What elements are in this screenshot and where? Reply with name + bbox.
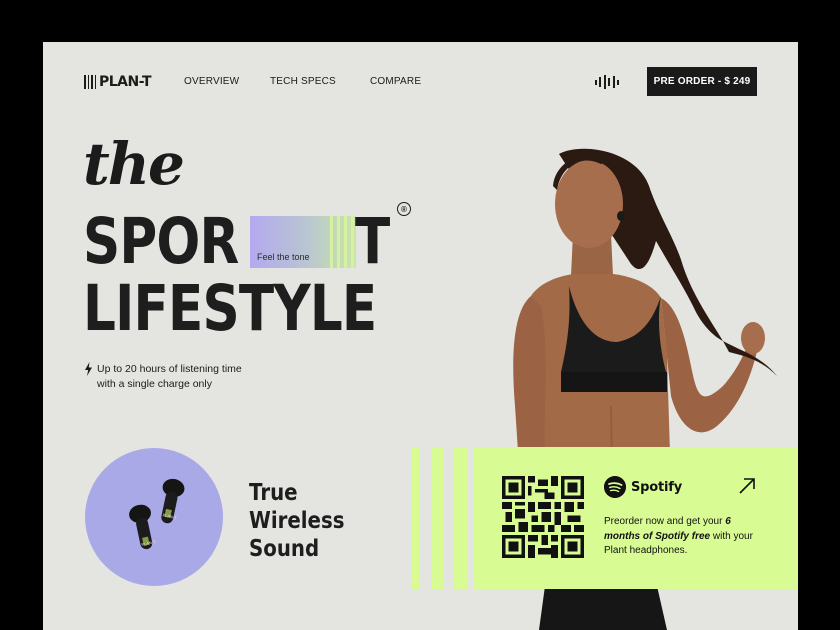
arrow-up-right-icon[interactable] — [738, 477, 756, 495]
spotify-logo[interactable]: Spotify — [604, 476, 682, 498]
feature-line-1: Up to 20 hours of listening time — [97, 363, 242, 375]
green-stripe-2 — [432, 447, 443, 589]
spotify-promo-card: Spotify Preorder now and get your 6 mont… — [473, 447, 798, 589]
spotify-offer-text: Preorder now and get your 6 months of Sp… — [604, 515, 754, 559]
brand-logo[interactable]: PLAN-T — [84, 74, 152, 90]
bolt-icon — [85, 362, 92, 376]
tone-label: Feel the tone — [257, 252, 310, 262]
landing-page: PLAN-T OVERVIEW TECH SPECS COMPARE PRE O… — [43, 42, 798, 630]
logo-text: PLAN-T — [99, 74, 152, 90]
feature-line-2: with a single charge only — [97, 378, 212, 390]
earbuds-image: PLAN-T PLAN-T — [129, 478, 185, 550]
tws-line-3: Sound — [249, 536, 320, 562]
offer-text-before: Preorder now and get your — [604, 516, 723, 527]
hero-lifestyle: LIFESTYLE — [83, 272, 377, 345]
tws-line-1: True — [249, 480, 298, 506]
green-stripe-3 — [453, 447, 468, 589]
nav-tech-specs[interactable]: TECH SPECS — [270, 76, 336, 87]
hero-t: T — [355, 205, 390, 278]
feel-the-tone-block: Feel the tone — [250, 216, 356, 268]
green-stripe-1 — [412, 447, 419, 589]
spotify-name: Spotify — [631, 479, 682, 495]
hero-the: the — [83, 130, 185, 198]
battery-feature-text: Up to 20 hours of listening time with a … — [97, 362, 257, 392]
spotify-icon — [604, 476, 626, 498]
hero-spor: SPOR — [83, 205, 239, 278]
qr-code-icon[interactable] — [502, 476, 584, 558]
registered-mark: ® — [397, 202, 411, 216]
tone-stripes — [330, 216, 356, 268]
preorder-button[interactable]: PRE ORDER - $ 249 — [647, 67, 757, 96]
nav-overview[interactable]: OVERVIEW — [184, 76, 239, 87]
nav-compare[interactable]: COMPARE — [370, 76, 421, 87]
earbuds-circle: PLAN-T PLAN-T — [85, 448, 223, 586]
true-wireless-sound-heading: True Wireless Sound — [249, 479, 345, 563]
sound-wave-icon[interactable] — [595, 75, 620, 89]
logo-bars-icon — [84, 75, 96, 89]
tws-line-2: Wireless — [249, 508, 345, 534]
